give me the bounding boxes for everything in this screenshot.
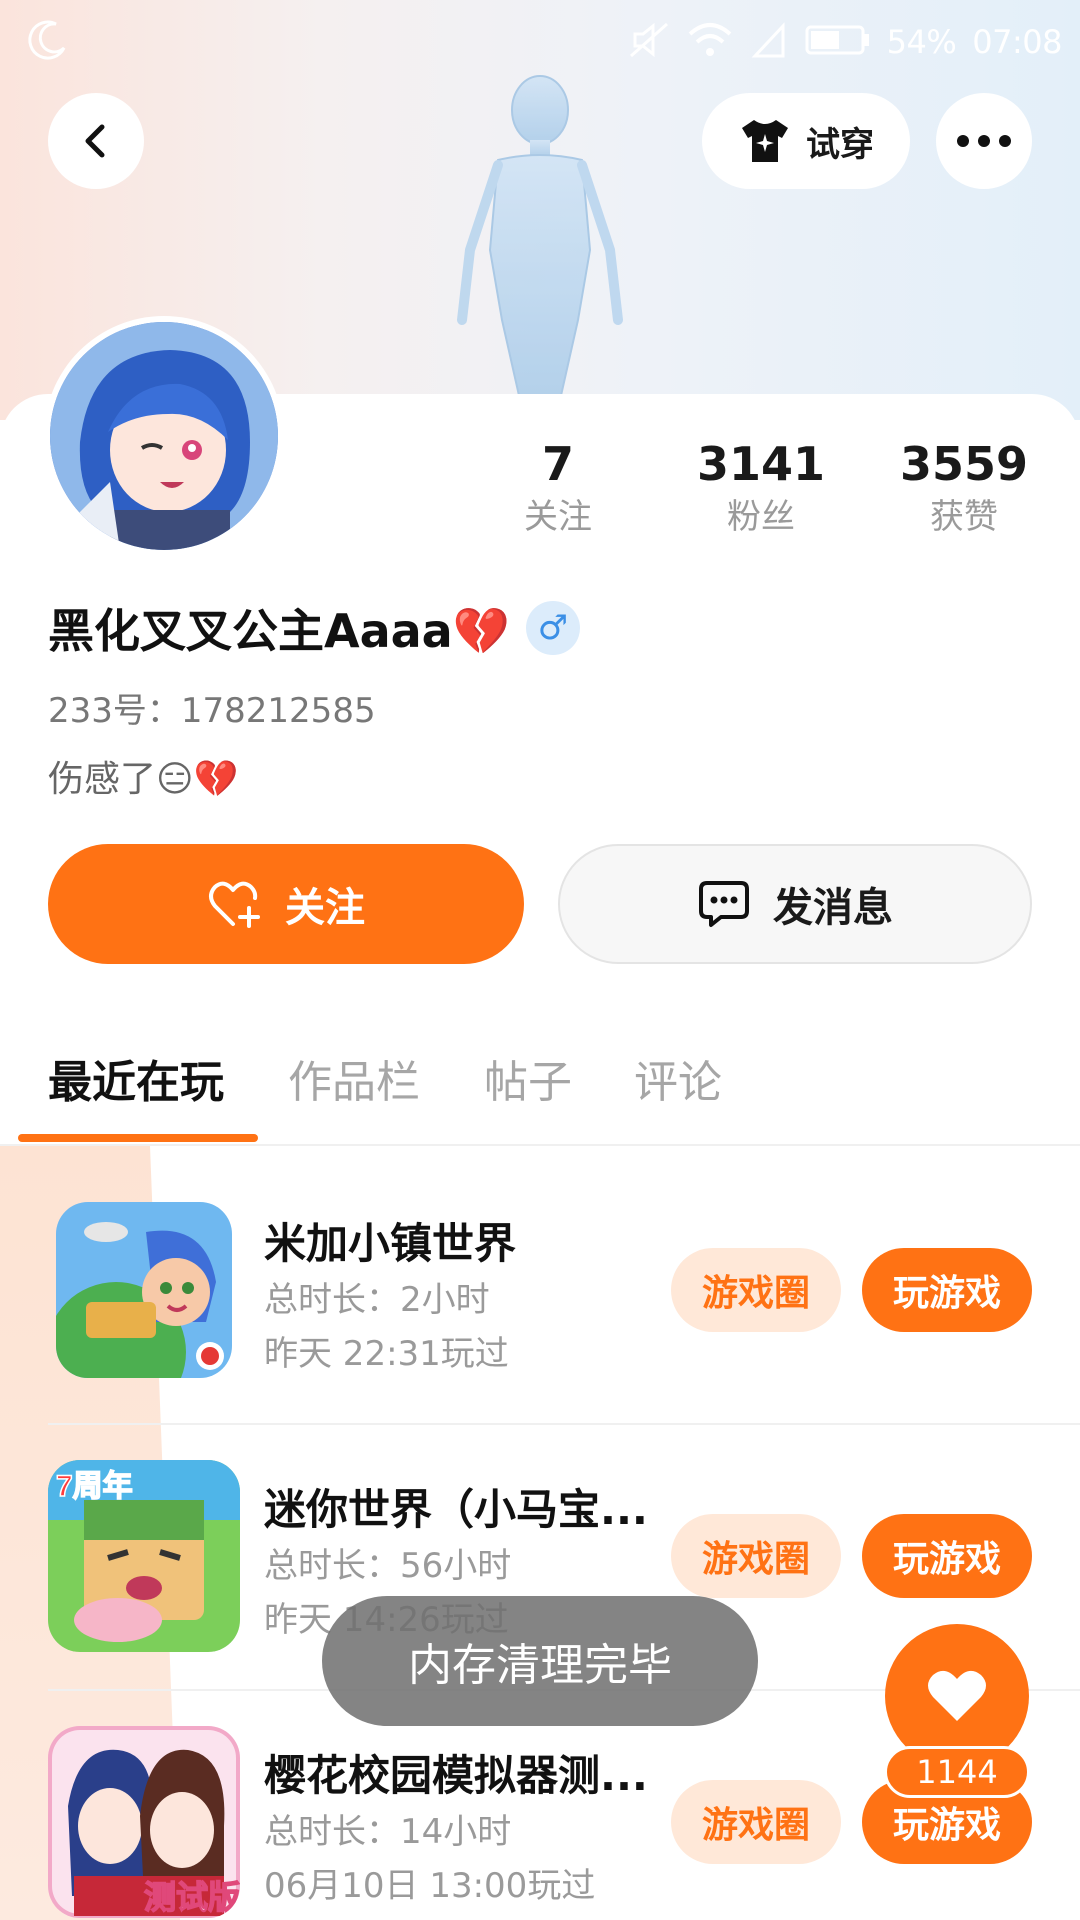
toast-message: 内存清理完毕 [322, 1596, 758, 1726]
game-name: 迷你世界（小马宝... [264, 1485, 648, 1534]
bio: 伤感了😑💔 [48, 759, 239, 800]
game-circle-button[interactable]: 游戏圈 [671, 1780, 841, 1864]
moon-icon [26, 18, 70, 66]
message-button[interactable]: 发消息 [558, 844, 1032, 964]
game-duration: 总时长：56小时 [264, 1546, 512, 1586]
battery-percent: 54% [886, 23, 957, 61]
chat-bubble-icon [699, 881, 749, 927]
status-bar: 54% 07:08 [0, 0, 1080, 84]
battery-icon [805, 23, 871, 61]
stat-following[interactable]: 7 关注 [458, 436, 658, 542]
game-duration: 总时长：14小时 [264, 1812, 512, 1852]
heart-icon [928, 1670, 986, 1721]
tab-posts[interactable]: 帖子 [484, 1046, 572, 1110]
game-duration: 总时长：2小时 [264, 1280, 490, 1320]
try-on-label: 试穿 [806, 124, 874, 165]
wifi-icon [687, 20, 733, 64]
game-icon: 测试版 [48, 1726, 240, 1918]
active-tab-indicator [18, 1134, 258, 1142]
game-name: 米加小镇世界 [264, 1219, 517, 1268]
tab-recent-games[interactable]: 最近在玩 [48, 1046, 224, 1110]
nickname: 黑化叉叉公主Aaaa💔 [48, 604, 510, 658]
chevron-left-icon [85, 124, 105, 158]
play-game-button[interactable]: 玩游戏 [862, 1248, 1032, 1332]
play-game-button[interactable]: 玩游戏 [862, 1514, 1032, 1598]
avatar-image [50, 322, 278, 550]
like-count: 1144 [884, 1746, 1030, 1798]
male-gender-icon: ♂ [526, 601, 580, 655]
clock: 07:08 [972, 23, 1062, 61]
shirt-icon [742, 120, 788, 162]
game-last-played: 06月10日 13:00玩过 [264, 1866, 596, 1906]
nickname-row: 黑化叉叉公主Aaaa💔 ♂ [48, 595, 580, 661]
more-button[interactable] [936, 93, 1032, 189]
stat-followers[interactable]: 3141 粉丝 [661, 436, 861, 542]
avatar-3d-preview [457, 75, 623, 400]
follow-button[interactable]: 关注 [48, 844, 524, 964]
game-last-played: 昨天 22:31玩过 [264, 1334, 509, 1374]
no-sim-icon [749, 20, 789, 64]
game-icon: 7周年 [48, 1460, 240, 1652]
follow-label: 关注 [285, 885, 365, 931]
stat-value: 3141 [696, 437, 826, 491]
stat-likes[interactable]: 3559 获赞 [864, 436, 1064, 542]
profile-tabs: 最近在玩 作品栏 帖子 评论 [0, 1030, 1080, 1146]
tab-comments[interactable]: 评论 [634, 1046, 722, 1110]
more-dots-icon [957, 135, 1011, 147]
message-label: 发消息 [773, 885, 893, 931]
user-id: 233号：178212585 [48, 691, 376, 731]
stat-label: 关注 [524, 497, 592, 537]
mute-icon [627, 20, 671, 64]
game-circle-button[interactable]: 游戏圈 [671, 1248, 841, 1332]
icon-badge-anniversary: 7周年 [56, 1470, 133, 1503]
stat-value: 3559 [899, 437, 1029, 491]
game-circle-button[interactable]: 游戏圈 [671, 1514, 841, 1598]
back-button[interactable] [48, 93, 144, 189]
heart-plus-icon [209, 881, 260, 928]
list-item[interactable]: 米加小镇世界 总时长：2小时 昨天 22:31玩过 游戏圈 玩游戏 [0, 1146, 1080, 1412]
icon-badge-test-version: 测试版 [144, 1879, 240, 1915]
game-icon [56, 1202, 232, 1378]
stat-label: 获赞 [930, 497, 998, 537]
stat-value: 7 [541, 437, 574, 491]
game-name: 樱花校园模拟器测... [264, 1751, 648, 1800]
tab-works[interactable]: 作品栏 [288, 1046, 420, 1110]
stat-label: 粉丝 [727, 497, 795, 537]
avatar[interactable] [44, 316, 284, 556]
try-on-button[interactable]: 试穿 [702, 93, 910, 189]
